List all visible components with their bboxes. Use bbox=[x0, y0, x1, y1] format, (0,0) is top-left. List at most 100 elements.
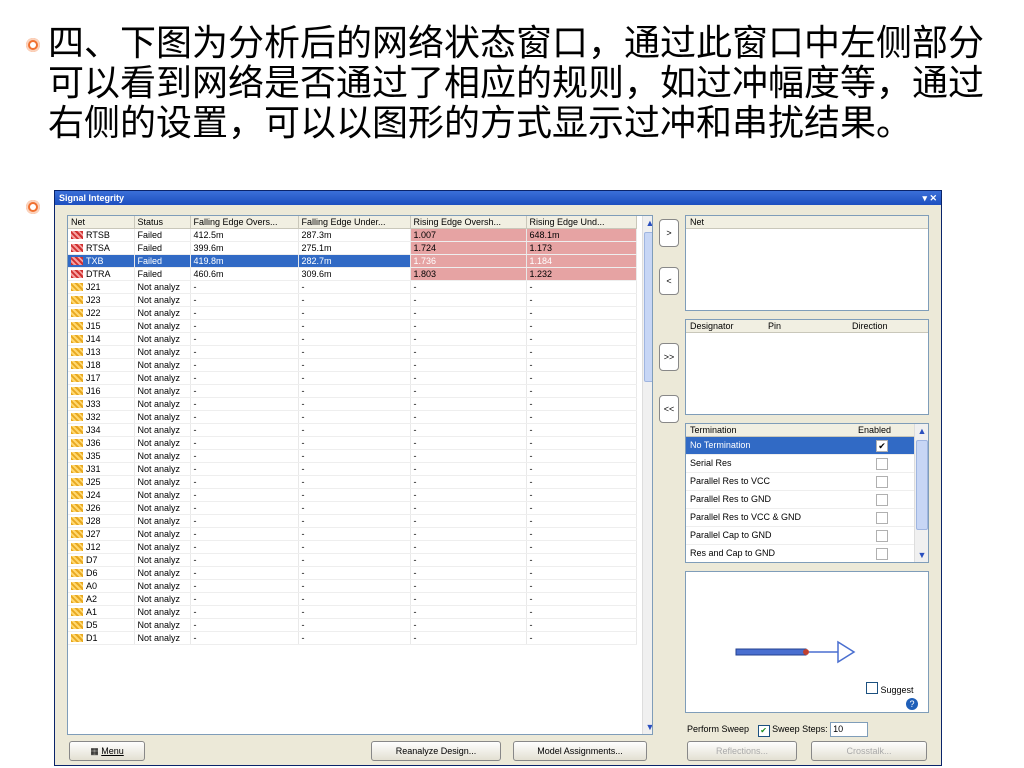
scroll-thumb[interactable] bbox=[644, 232, 652, 382]
falling-under-cell: - bbox=[298, 527, 411, 541]
termination-row[interactable]: Serial Res bbox=[686, 455, 914, 473]
move-all-right-button[interactable]: >> bbox=[659, 343, 679, 371]
table-row[interactable]: J22 Not analyz - - - - bbox=[68, 306, 637, 320]
termination-col-header[interactable]: Termination bbox=[690, 425, 737, 435]
pin-col-header[interactable]: Pin bbox=[768, 320, 781, 332]
designator-header[interactable]: Designator bbox=[690, 321, 734, 331]
sweep-steps-input[interactable]: 10 bbox=[830, 722, 869, 737]
move-all-left-button[interactable]: << bbox=[659, 395, 679, 423]
table-row[interactable]: J35 Not analyz - - - - bbox=[68, 449, 637, 463]
table-row[interactable]: J27 Not analyz - - - - bbox=[68, 527, 637, 541]
suggest-checkbox[interactable]: Suggest bbox=[866, 682, 914, 695]
table-row[interactable]: A1 Not analyz - - - - bbox=[68, 605, 637, 619]
reflections-button[interactable]: Reflections... bbox=[687, 741, 797, 761]
termination-enabled-checkbox[interactable] bbox=[876, 476, 888, 488]
table-row[interactable]: J23 Not analyz - - - - bbox=[68, 293, 637, 307]
termination-row[interactable]: Parallel Res to GND bbox=[686, 491, 914, 509]
cell-text: - bbox=[413, 490, 417, 500]
col-falling-under[interactable]: Falling Edge Under... bbox=[298, 216, 411, 229]
table-row[interactable]: J16 Not analyz - - - - bbox=[68, 384, 637, 398]
termination-row[interactable]: No Termination ✔ bbox=[686, 437, 914, 455]
net-type-icon bbox=[71, 478, 83, 486]
table-row[interactable]: A0 Not analyz - - - - bbox=[68, 579, 637, 593]
table-row[interactable]: A2 Not analyz - - - - bbox=[68, 592, 637, 606]
cell-text: - bbox=[529, 477, 533, 487]
cell-text: J34 bbox=[86, 425, 101, 435]
status-cell: Not analyz bbox=[134, 345, 191, 359]
net-header[interactable]: Net bbox=[686, 216, 928, 229]
rising-under-cell: - bbox=[526, 306, 637, 320]
move-left-button[interactable]: < bbox=[659, 267, 679, 295]
move-right-button[interactable]: > bbox=[659, 219, 679, 247]
table-row[interactable]: J32 Not analyz - - - - bbox=[68, 410, 637, 424]
col-falling-over[interactable]: Falling Edge Overs... bbox=[190, 216, 299, 229]
table-row[interactable]: J24 Not analyz - - - - bbox=[68, 488, 637, 502]
help-icon[interactable]: ? bbox=[906, 698, 918, 710]
table-row[interactable]: J21 Not analyz - - - - bbox=[68, 280, 637, 294]
direction-header[interactable]: Direction bbox=[852, 320, 888, 332]
cell-text: - bbox=[529, 438, 533, 448]
termination-enabled-checkbox[interactable]: ✔ bbox=[876, 440, 888, 452]
table-row[interactable]: J17 Not analyz - - - - bbox=[68, 371, 637, 385]
termination-enabled-checkbox[interactable] bbox=[876, 530, 888, 542]
net-cell: J13 bbox=[68, 345, 135, 359]
table-row[interactable]: J25 Not analyz - - - - bbox=[68, 475, 637, 489]
table-row[interactable]: J26 Not analyz - - - - bbox=[68, 501, 637, 515]
table-row[interactable]: J13 Not analyz - - - - bbox=[68, 345, 637, 359]
table-row[interactable]: J18 Not analyz - - - - bbox=[68, 358, 637, 372]
scroll-down-icon[interactable]: ▼ bbox=[643, 720, 652, 734]
table-row[interactable]: J28 Not analyz - - - - bbox=[68, 514, 637, 528]
model-assignments-button[interactable]: Model Assignments... bbox=[513, 741, 647, 761]
scroll-up-icon[interactable]: ▲ bbox=[643, 216, 652, 230]
table-row[interactable]: J34 Not analyz - - - - bbox=[68, 423, 637, 437]
table-row[interactable]: D7 Not analyz - - - - bbox=[68, 553, 637, 567]
col-net[interactable]: Net bbox=[68, 216, 135, 229]
table-row[interactable]: DTRA Failed 460.6m 309.6m 1.803 1.232 bbox=[68, 267, 637, 281]
enabled-col-header[interactable]: Enabled bbox=[858, 424, 891, 436]
crosstalk-button[interactable]: Crosstalk... bbox=[811, 741, 927, 761]
col-status[interactable]: Status bbox=[134, 216, 191, 229]
termination-row[interactable]: Res and Cap to GND bbox=[686, 545, 914, 562]
sweep-checkbox[interactable]: ✔ bbox=[757, 725, 770, 737]
net-cell: J34 bbox=[68, 423, 135, 437]
table-row[interactable]: J31 Not analyz - - - - bbox=[68, 462, 637, 476]
reanalyze-button[interactable]: Reanalyze Design... bbox=[371, 741, 501, 761]
table-row[interactable]: D5 Not analyz - - - - bbox=[68, 618, 637, 632]
falling-under-cell: - bbox=[298, 631, 411, 645]
rising-under-cell: - bbox=[526, 527, 637, 541]
table-row[interactable]: J15 Not analyz - - - - bbox=[68, 319, 637, 333]
table-row[interactable]: TXB Failed 419.8m 282.7m 1.736 1.184 bbox=[68, 254, 637, 268]
termination-row[interactable]: Parallel Res to VCC bbox=[686, 473, 914, 491]
table-row[interactable]: RTSA Failed 399.6m 275.1m 1.724 1.173 bbox=[68, 241, 637, 255]
suggest-check-icon[interactable] bbox=[866, 682, 878, 694]
cell-text: - bbox=[529, 386, 533, 396]
scroll-up-icon[interactable]: ▲ bbox=[915, 424, 928, 438]
window-controls[interactable]: ▾ ✕ bbox=[922, 191, 937, 205]
termination-row[interactable]: Parallel Res to VCC & GND bbox=[686, 509, 914, 527]
table-row[interactable]: RTSB Failed 412.5m 287.3m 1.007 648.1m bbox=[68, 228, 637, 242]
rising-over-cell: - bbox=[410, 462, 527, 476]
termination-enabled-checkbox[interactable] bbox=[876, 494, 888, 506]
termination-enabled-checkbox[interactable] bbox=[876, 548, 888, 560]
table-row[interactable]: J14 Not analyz - - - - bbox=[68, 332, 637, 346]
table-row[interactable]: J12 Not analyz - - - - bbox=[68, 540, 637, 554]
col-rising-under[interactable]: Rising Edge Und... bbox=[526, 216, 637, 229]
net-type-icon bbox=[71, 231, 83, 239]
table-row[interactable]: D6 Not analyz - - - - bbox=[68, 566, 637, 580]
table-row[interactable]: D1 Not analyz - - - - bbox=[68, 631, 637, 645]
net-cell: J36 bbox=[68, 436, 135, 450]
termination-row[interactable]: Parallel Cap to GND bbox=[686, 527, 914, 545]
scroll-thumb[interactable] bbox=[916, 440, 928, 530]
table-row[interactable]: J33 Not analyz - - - - bbox=[68, 397, 637, 411]
rising-over-cell: 1.803 bbox=[410, 267, 527, 281]
cell-text: - bbox=[529, 451, 533, 461]
menu-button[interactable]: ▦ Menu bbox=[69, 741, 145, 761]
termination-enabled-checkbox[interactable] bbox=[876, 512, 888, 524]
cell-text: - bbox=[301, 295, 305, 305]
col-rising-over[interactable]: Rising Edge Oversh... bbox=[410, 216, 527, 229]
table-row[interactable]: J36 Not analyz - - - - bbox=[68, 436, 637, 450]
grid-scrollbar[interactable]: ▲ ▼ bbox=[642, 216, 652, 734]
scroll-down-icon[interactable]: ▼ bbox=[915, 548, 928, 562]
termination-scrollbar[interactable]: ▲ ▼ bbox=[914, 424, 928, 562]
termination-enabled-checkbox[interactable] bbox=[876, 458, 888, 470]
